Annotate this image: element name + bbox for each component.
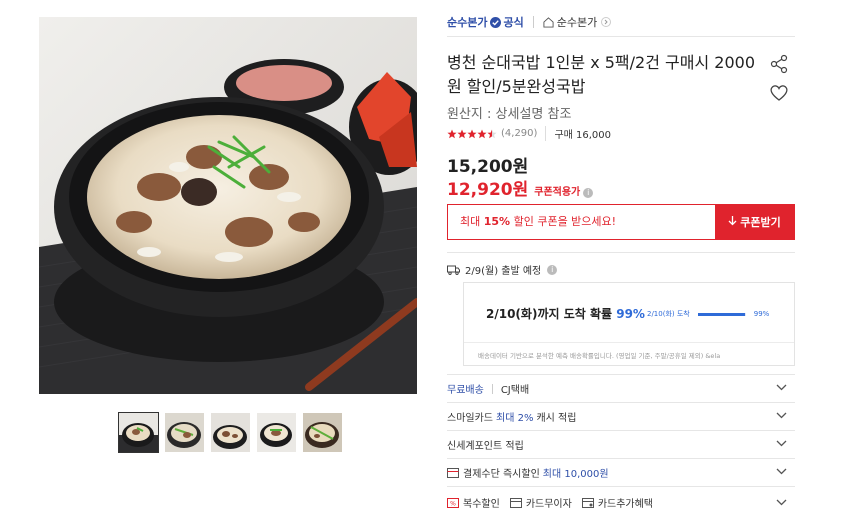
coupon-download-button[interactable]: 쿠폰받기 [715, 205, 794, 239]
info-icon[interactable]: i [583, 188, 594, 198]
benefits-row[interactable]: % 복수할인 카드무이자 카드추가혜택 [447, 486, 795, 518]
card-icon [447, 467, 459, 478]
arrival-percent: 99% [616, 307, 645, 321]
svg-text:%: % [450, 500, 456, 507]
card-extra-benefit-item[interactable]: 카드추가혜택 [581, 495, 654, 510]
arrival-divider [464, 342, 794, 343]
verified-check-icon [490, 16, 502, 28]
benefits-list: % 복수할인 카드무이자 카드추가혜택 [447, 495, 795, 510]
review-count-link[interactable]: (4,290) [501, 128, 537, 139]
thumbnail-5[interactable] [303, 413, 342, 452]
thumbnail-4[interactable] [257, 413, 296, 452]
payment-label: 결제수단 즉시할인 최대 10,000원 [447, 465, 795, 480]
arrival-probability-text: 2/10(화)까지 도착 확률 99% [486, 305, 645, 322]
coupon-highlight: 15% [483, 215, 511, 228]
heart-icon [770, 85, 788, 101]
smilecard-highlight: 최대 2% [496, 413, 534, 424]
star-rating [447, 129, 497, 139]
sale-price-row: 12,920원 쿠폰적용가 i [447, 175, 594, 200]
chevron-down-icon [776, 499, 787, 506]
thumbnail-1[interactable] [118, 412, 159, 453]
share-icon [770, 54, 788, 74]
chevron-right-circle-icon [601, 17, 612, 27]
chevron-down-icon [776, 468, 787, 475]
thumbnail-2[interactable] [165, 413, 204, 452]
points-option-row[interactable]: 신세계포인트 적립 [447, 430, 795, 458]
brand-divider [532, 16, 534, 28]
smilecard-option-row[interactable]: 스마일카드 최대 2% 캐시 적립 [447, 402, 795, 430]
chevron-down-icon [776, 412, 787, 419]
product-title: 병천 순대국밥 1인분 x 5팩/2건 구매시 2000원 할인/5분완성국밥 [447, 53, 755, 96]
payment-prefix: 결제수단 즉시할인 [463, 469, 540, 480]
free-shipping-label: 무료배송 [447, 385, 484, 396]
smilecard-prefix: 스마일카드 [447, 413, 493, 424]
star-half-icon [487, 129, 497, 138]
multi-discount-item[interactable]: % 복수할인 [447, 495, 500, 510]
share-button[interactable] [769, 54, 789, 78]
arrival-prefix: 2/10(화)까지 도착 확률 [486, 307, 617, 321]
coupon-message: 최대 15% 할인 쿠폰을 받으세요! [448, 205, 715, 239]
card-interest-free-label: 카드무이자 [525, 499, 572, 510]
header-divider [447, 36, 795, 37]
thumbnail-3[interactable] [211, 413, 250, 452]
card-icon [509, 497, 522, 508]
wishlist-button[interactable] [769, 84, 789, 106]
home-icon [543, 16, 554, 28]
probability-bar [697, 312, 746, 316]
chevron-down-icon [776, 440, 787, 447]
multi-discount-label: 복수할인 [463, 499, 500, 510]
store-name: 순수본가 [556, 16, 598, 29]
arrival-note: 배송데이터 기반으로 분석한 예측 배송확률입니다. (영업일 기준, 주말/공… [478, 352, 721, 360]
official-label: 공식 [503, 16, 524, 29]
truck-icon [447, 265, 460, 275]
brand-bar: 순수본가 공식 순수본가 [447, 10, 612, 34]
purchase-count: 구매 16,000 [545, 126, 611, 141]
delivery-option-row[interactable]: 무료배송 CJ택배 [447, 374, 795, 402]
arrival-probability-box: 2/10(화)까지 도착 확률 99% 2/10(화) 도착 99% 배송데이터… [463, 282, 795, 366]
points-label: 신세계포인트 적립 [447, 441, 524, 452]
card-extra-benefit-label: 카드추가혜택 [597, 499, 654, 510]
brand-name-link[interactable]: 순수본가 [447, 14, 487, 30]
chevron-down-icon [776, 384, 787, 391]
origin-info: 원산지 : 상세설명 참조 [447, 107, 572, 122]
card-interest-free-item[interactable]: 카드무이자 [509, 495, 572, 510]
coupon-button-label: 쿠폰받기 [740, 216, 781, 229]
star-icon [477, 129, 487, 138]
official-badge: 공식 [490, 14, 524, 30]
original-price: 15,200원 [447, 157, 529, 177]
delivery-separator [491, 383, 493, 394]
coupon-applied-label: 쿠폰적용가 [534, 187, 581, 198]
star-icon [467, 129, 477, 138]
store-link[interactable]: 순수본가 [543, 14, 612, 30]
main-product-image[interactable] [39, 17, 417, 394]
mini-arrival-percent: 99% [753, 310, 770, 318]
rating-summary: (4,290) 구매 16,000 [447, 126, 611, 141]
star-icon [447, 129, 457, 138]
card-plus-icon [581, 497, 594, 508]
smilecard-suffix: 캐시 적립 [536, 413, 577, 424]
shipping-divider [447, 252, 795, 253]
sale-price: 12,920원 [447, 180, 529, 200]
dispatch-info: 2/9(월) 출발 예정 i [447, 262, 558, 277]
coupon-suffix: 할인 쿠폰을 받으세요! [510, 215, 617, 228]
payment-highlight: 최대 10,000원 [542, 469, 609, 480]
mini-arrival-date: 2/10(화) 도착 [647, 310, 690, 318]
delivery-label: 무료배송 CJ택배 [447, 381, 795, 396]
dispatch-date: 2/9(월) 출발 예정 [465, 266, 542, 277]
smilecard-label: 스마일카드 최대 2% 캐시 적립 [447, 409, 795, 424]
download-icon [728, 215, 737, 229]
thumbnail-strip [118, 412, 342, 453]
coupon-banner: 최대 15% 할인 쿠폰을 받으세요! 쿠폰받기 [447, 204, 795, 240]
info-icon[interactable]: i [547, 264, 558, 275]
arrival-mini-chart: 2/10(화) 도착 99% [647, 309, 769, 319]
payment-discount-row[interactable]: 결제수단 즉시할인 최대 10,000원 [447, 458, 795, 486]
carrier-label: CJ택배 [500, 385, 530, 396]
probability-bar-fill [697, 312, 746, 316]
coupon-prefix: 최대 [460, 215, 484, 228]
star-icon [457, 129, 467, 138]
discount-tag-icon: % [447, 497, 459, 508]
